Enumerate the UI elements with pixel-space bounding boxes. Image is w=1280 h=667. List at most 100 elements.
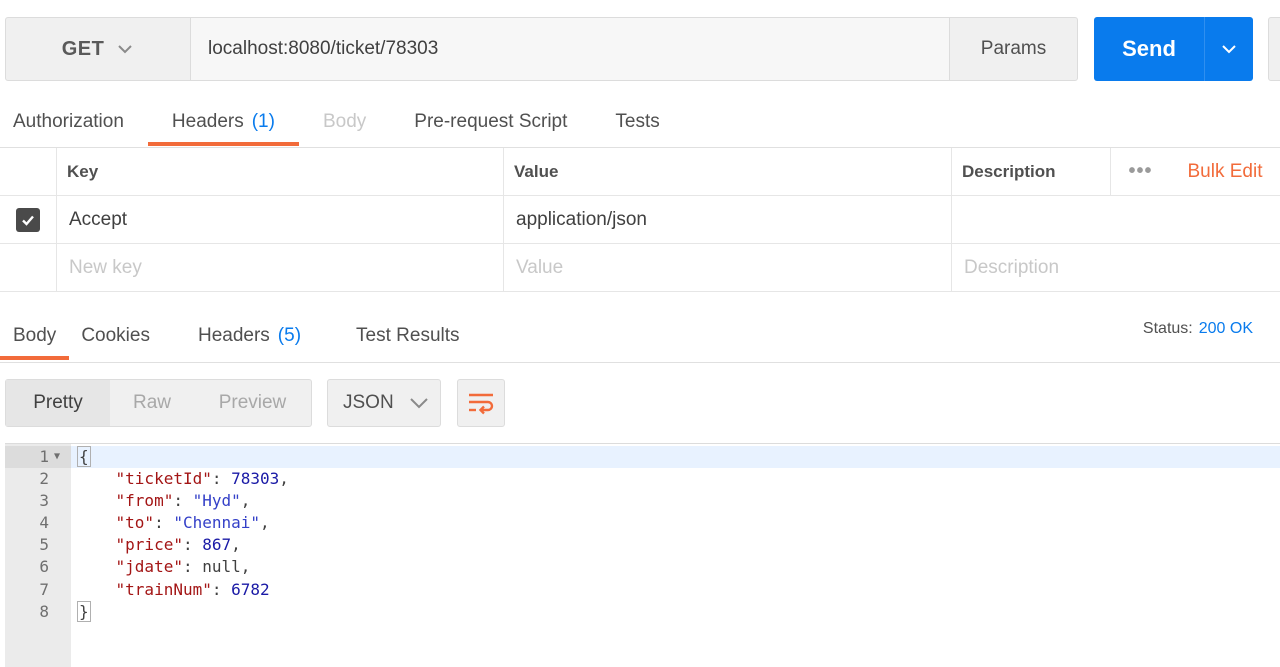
more-options-icon[interactable]: •••	[1110, 148, 1170, 195]
json-value: null	[202, 557, 241, 577]
json-value: 6782	[231, 579, 270, 599]
check-icon	[22, 215, 34, 226]
code-line: 5 "price": 867,	[39, 534, 1280, 556]
method-label: GET	[61, 37, 105, 60]
tab-pre-request-script[interactable]: Pre-request Script	[414, 96, 567, 148]
send-button[interactable]: Send	[1094, 17, 1204, 81]
tab-label: Headers	[171, 111, 244, 132]
header-key-input[interactable]: Accept	[57, 196, 504, 243]
json-key: "jdate"	[115, 557, 183, 577]
code-area: 1 ▼ { 2 "ticketId": 78303, 3 "from": "Hy…	[39, 446, 1280, 623]
method-select[interactable]: GET	[6, 18, 191, 80]
tab-count-badge: (1)	[251, 111, 275, 132]
line-number: 4	[39, 513, 49, 533]
json-sep: :	[211, 579, 232, 599]
json-sep: :	[211, 469, 232, 489]
line-number: 1	[39, 447, 49, 466]
tab-label: Test Results	[356, 325, 460, 346]
code-line: 2 "ticketId": 78303,	[39, 468, 1280, 490]
format-select[interactable]: JSON	[327, 379, 441, 427]
tab-label: Tests	[615, 111, 660, 132]
header-enabled-checkbox[interactable]	[16, 207, 40, 232]
tab-label: Headers	[197, 325, 270, 346]
json-key: "from"	[115, 491, 174, 511]
url-input[interactable]: localhost:8080/ticket/78303	[191, 18, 949, 80]
format-label: JSON	[343, 392, 394, 413]
chevron-down-icon	[118, 45, 133, 54]
new-value-input[interactable]: Value	[504, 244, 952, 291]
new-key-input[interactable]: New key	[57, 244, 504, 291]
raw-button[interactable]: Raw	[110, 380, 194, 426]
json-punct: ,	[240, 491, 251, 511]
header-description-input[interactable]	[952, 196, 1280, 243]
line-number: 7	[39, 579, 49, 599]
table-header-check	[0, 148, 57, 195]
code-line: 8 }	[39, 600, 1280, 623]
json-sep: :	[154, 513, 174, 533]
save-button[interactable]	[1268, 17, 1280, 81]
bulk-edit-link[interactable]: Bulk Edit	[1170, 148, 1280, 195]
headers-table: Key Value Description ••• Bulk Edit Acce…	[0, 148, 1280, 292]
chevron-down-icon	[409, 398, 428, 409]
line-number: 2	[39, 469, 49, 489]
column-header-key: Key	[57, 148, 504, 195]
params-button[interactable]: Params	[949, 18, 1077, 80]
wrap-text-icon	[469, 393, 494, 415]
code-line: 1 ▼ {	[39, 446, 1280, 469]
tab-response-headers[interactable]: Headers (5)	[198, 310, 301, 362]
code-line: 6 "jdate": null,	[39, 556, 1280, 578]
tab-body[interactable]: Body	[323, 96, 366, 148]
row-check-cell	[0, 244, 57, 291]
send-button-group: Send	[1094, 17, 1253, 81]
code-line: 7 "trainNum": 6782	[39, 579, 1280, 601]
tab-label: Body	[322, 111, 367, 132]
table-row: Accept application/json	[0, 196, 1280, 244]
row-check-cell	[0, 196, 57, 243]
line-number: 3	[39, 491, 49, 511]
tab-count-badge: (5)	[277, 325, 302, 346]
status-label: Status:	[1142, 320, 1193, 337]
tab-label: Body	[13, 325, 57, 346]
divider	[0, 362, 1280, 363]
wrap-lines-button[interactable]	[457, 379, 505, 427]
json-value: "Chennai"	[173, 513, 261, 533]
response-body-editor[interactable]: 1 ▼ { 2 "ticketId": 78303, 3 "from": "Hy…	[5, 443, 1280, 667]
column-header-description: Description ••• Bulk Edit	[952, 148, 1280, 195]
column-header-value: Value	[504, 148, 952, 195]
json-value: 78303	[231, 469, 280, 489]
json-key: "to"	[115, 513, 155, 533]
line-number: 5	[39, 535, 49, 555]
json-sep: :	[182, 535, 203, 555]
line-number: 6	[39, 557, 49, 577]
response-status: Status: 200 OK	[1143, 320, 1253, 338]
pretty-button[interactable]: Pretty	[6, 380, 110, 426]
tab-authorization[interactable]: Authorization	[13, 96, 124, 148]
tab-headers[interactable]: Headers (1)	[147, 96, 300, 148]
response-tabs: Body Cookies Headers (5) Test Results	[0, 310, 1280, 362]
code-line: 4 "to": "Chennai",	[39, 512, 1280, 534]
json-key: "price"	[115, 535, 183, 555]
json-value: "Hyd"	[192, 491, 241, 511]
code-text: {	[77, 446, 91, 467]
tab-cookies[interactable]: Cookies	[81, 310, 150, 362]
request-url-bar: GET localhost:8080/ticket/78303 Params	[5, 17, 1078, 81]
json-key: "ticketId"	[115, 469, 212, 489]
json-punct: ,	[260, 513, 270, 533]
tab-test-results[interactable]: Test Results	[356, 310, 459, 362]
status-value: 200 OK	[1198, 320, 1253, 337]
tab-label: Authorization	[13, 111, 124, 132]
json-sep: :	[173, 491, 193, 511]
tab-tests[interactable]: Tests	[615, 96, 659, 148]
tab-response-body[interactable]: Body	[0, 310, 70, 362]
header-value-input[interactable]: application/json	[504, 196, 952, 243]
send-options-button[interactable]	[1204, 17, 1253, 81]
preview-button[interactable]: Preview	[194, 380, 311, 426]
new-description-input[interactable]: Description	[952, 244, 1280, 291]
fold-arrow-icon[interactable]: ▼	[54, 446, 60, 468]
json-key: "trainNum"	[115, 579, 212, 599]
json-punct: ,	[231, 535, 241, 555]
table-row-new: New key Value Description	[0, 244, 1280, 292]
view-mode-group: Pretty Raw Preview	[5, 379, 312, 427]
tab-label: Cookies	[81, 325, 150, 346]
table-header-row: Key Value Description ••• Bulk Edit	[0, 148, 1280, 196]
